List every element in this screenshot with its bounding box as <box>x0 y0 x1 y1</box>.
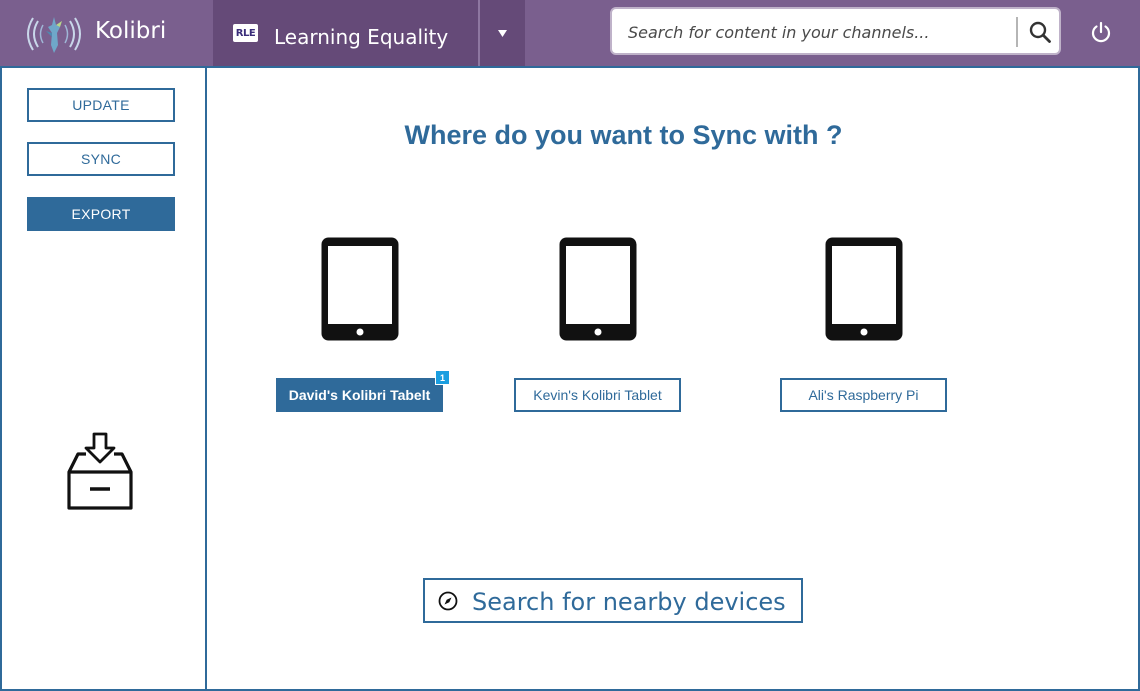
sync-button[interactable]: SYNC <box>27 142 175 176</box>
search-divider <box>1016 17 1018 47</box>
update-button[interactable]: UPDATE <box>27 88 175 122</box>
top-bar: Kolibri RLE Learning Equality <box>0 0 1140 66</box>
app-name: Kolibri <box>95 18 167 44</box>
export-button[interactable]: EXPORT <box>27 197 175 231</box>
search-icon <box>1029 21 1051 43</box>
search-nearby-devices-button[interactable]: Search for nearby devices <box>423 578 803 623</box>
device-button-kevin[interactable]: Kevin's Kolibri Tablet <box>514 378 681 412</box>
tablet-icon <box>321 237 399 341</box>
power-icon <box>1091 21 1111 43</box>
search-nearby-label: Search for nearby devices <box>472 588 786 616</box>
brand[interactable]: Kolibri <box>0 0 213 66</box>
tablet-icon <box>825 237 903 341</box>
sidebar: UPDATE SYNC EXPORT <box>0 66 207 691</box>
inbox-download-icon <box>67 432 133 510</box>
search-button[interactable] <box>1022 15 1058 49</box>
notification-badge: 1 <box>435 370 450 385</box>
tablet-icon <box>559 237 637 341</box>
device-button-ali[interactable]: Ali's Raspberry Pi <box>780 378 947 412</box>
channel-selector[interactable]: RLE Learning Equality <box>213 0 478 66</box>
power-button[interactable] <box>1086 17 1116 47</box>
search-input[interactable] <box>628 19 1008 45</box>
channel-name: Learning Equality <box>274 25 449 49</box>
search-box <box>610 7 1061 55</box>
caret-down-icon <box>498 29 507 37</box>
channel-dropdown-button[interactable] <box>478 0 525 66</box>
compass-icon <box>438 591 458 611</box>
channel-logo-text: RLE <box>235 27 256 39</box>
channel-logo-icon: RLE <box>233 24 258 42</box>
device-button-david[interactable]: David's Kolibri Tabelt <box>276 378 443 412</box>
page-title: Where do you want to Sync with ? <box>404 120 843 150</box>
hummingbird-logo-icon <box>27 17 81 53</box>
